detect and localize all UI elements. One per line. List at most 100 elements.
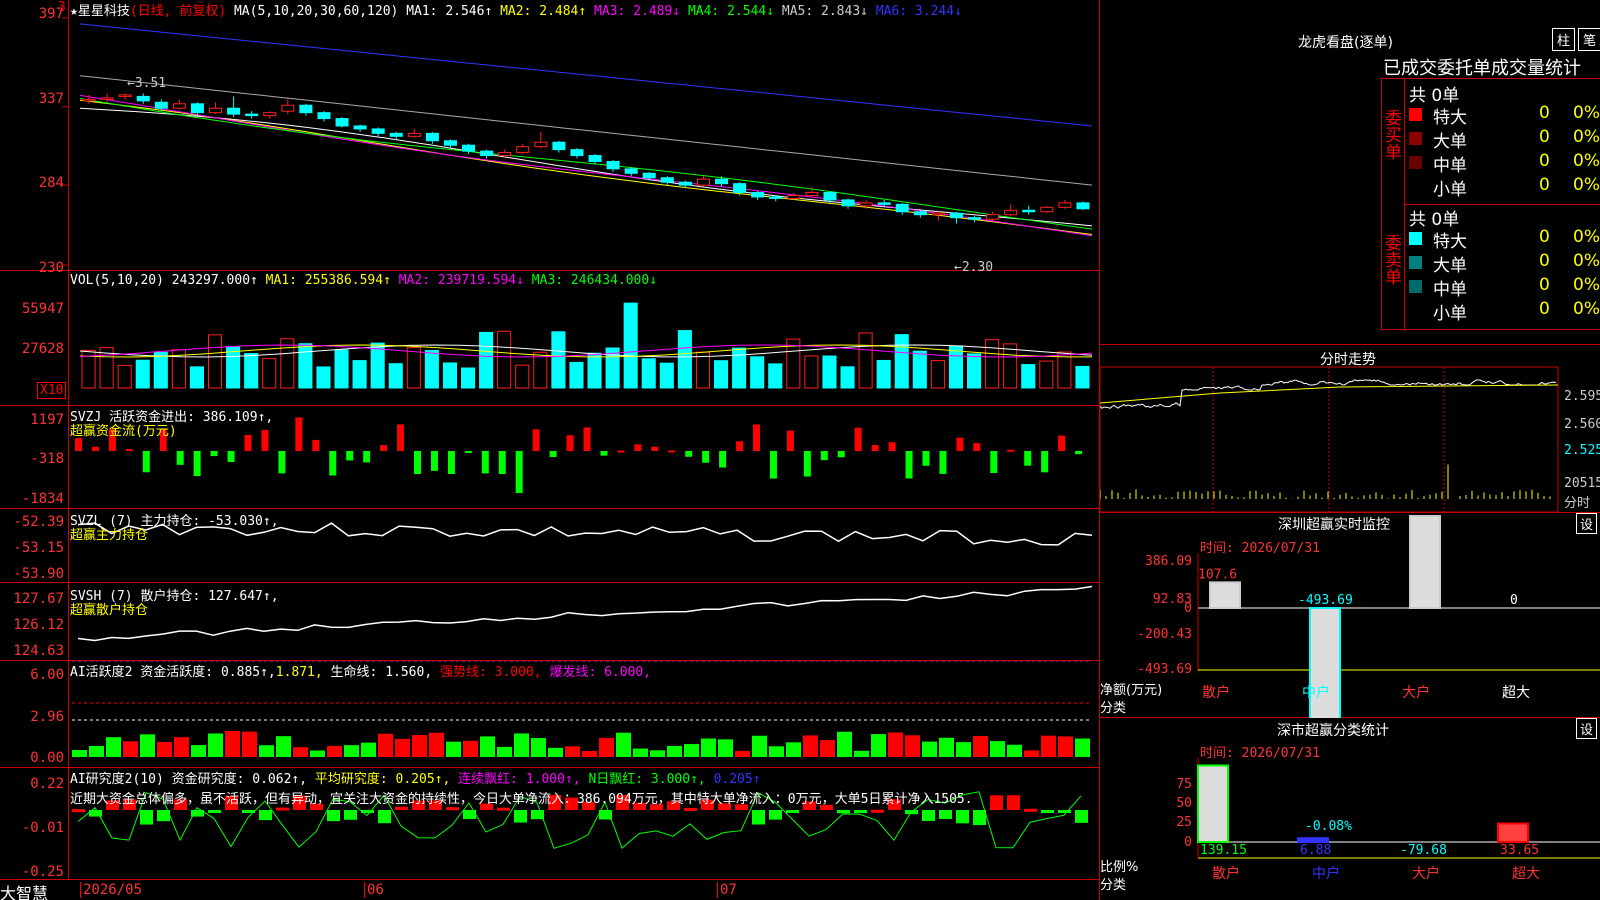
volume-bar xyxy=(1039,360,1054,389)
fund-flow-bar xyxy=(295,417,303,451)
volume-bar xyxy=(388,363,403,389)
candle-body xyxy=(1058,202,1072,208)
volume-bar xyxy=(948,345,964,389)
activity-bar xyxy=(616,732,631,757)
research-bar xyxy=(208,810,221,813)
tick-mode-button[interactable]: 笔 xyxy=(1578,28,1600,51)
research-bar xyxy=(922,810,935,821)
volume-chart[interactable] xyxy=(0,271,1100,406)
svzj-pane[interactable]: 1197 -318 -1834 SVZJ 活跃资金进出: 386.109↑, 超… xyxy=(0,406,1100,509)
row-percent: 0% xyxy=(1573,175,1600,195)
classify-bar-label: -0.08% xyxy=(1305,819,1352,834)
ai1-tick: 6.00 xyxy=(30,667,64,683)
fund-flow-bar xyxy=(329,451,337,476)
svzj-subtitle: 超赢资金流(万元) xyxy=(70,424,177,439)
row-label: 大单 xyxy=(1433,132,1467,152)
fund-flow-bar xyxy=(583,427,591,451)
research-bar xyxy=(276,807,289,811)
candle-body xyxy=(787,194,801,199)
fund-flow-bar xyxy=(990,451,998,474)
candle-body xyxy=(263,112,277,117)
row-percent: 0% xyxy=(1573,299,1600,319)
fund-flow-bar xyxy=(261,430,269,451)
order-stat-row: 特大 0 0% xyxy=(1409,103,1600,128)
kline-header: ★星星科技(日线, 前复权) MA(5,10,20,30,60,120) MA1… xyxy=(70,0,962,19)
svzl-tick: -53.90 xyxy=(13,566,64,582)
candle-body xyxy=(660,177,674,183)
activity-bar xyxy=(1041,735,1056,757)
screen: 3 397 337 284 230 ★星星科技(日线, 前复权) MA(5,10… xyxy=(0,0,1600,900)
candle-body xyxy=(136,95,150,102)
ai-activity-pane[interactable]: 6.00 2.96 0.00 AI活跃度2 资金活跃度: 0.885↑,1.87… xyxy=(0,661,1100,768)
volume-pane[interactable]: 55947 27628 X10 VOL(5,10,20) 243297.000↑… xyxy=(0,271,1100,406)
candle-body xyxy=(172,103,186,109)
candle-body xyxy=(1022,209,1036,213)
ai2-commentary: 近期大资金总体偏多，虽不活跃，但有异动，宜关注大资金的持续性，今日大单净流入：3… xyxy=(70,792,973,807)
intraday-chart[interactable] xyxy=(1100,345,1600,513)
activity-bar xyxy=(854,750,869,757)
ai-research-pane[interactable]: 0.22 -0.01 -0.25 AI研究度2(10) 资金研究度: 0.062… xyxy=(0,768,1100,880)
monitor-tick: 386.09 xyxy=(1145,554,1192,569)
intraday-vol-label: 20515 xyxy=(1564,476,1600,491)
candle-body xyxy=(968,217,982,220)
row-percent: 0% xyxy=(1573,251,1600,271)
classify-tick: 0 xyxy=(1184,835,1192,850)
volume-bar xyxy=(117,364,132,389)
activity-bar xyxy=(820,740,835,757)
order-stat-row: 中单 0 0% xyxy=(1409,275,1600,300)
candle-body xyxy=(118,94,132,97)
intraday-panel[interactable]: 分时走势 2.595 2.560 2.525 20515 分时 xyxy=(1100,345,1600,513)
candle-body xyxy=(480,150,494,157)
kline-chart[interactable] xyxy=(0,0,1100,271)
vol-unit-badge: X10 xyxy=(37,382,67,399)
candle-body xyxy=(895,203,909,213)
fund-flow-bar xyxy=(244,434,252,451)
row-percent: 0% xyxy=(1573,127,1600,147)
kline-pane[interactable]: 3 397 337 284 230 ★星星科技(日线, 前复权) MA(5,10… xyxy=(0,0,1100,276)
star-icon[interactable]: ★ xyxy=(70,4,78,19)
volume-bar xyxy=(840,366,855,389)
volume-bar xyxy=(280,338,295,389)
classify-chart[interactable]: 75 50 25 0 139.15 散户 6.88 中户 -79.68 大户 33.65 超大 -0.0… xyxy=(1100,718,1600,900)
ai2-streak: 连续飘红: 1.000↑, xyxy=(458,772,581,787)
candle-body xyxy=(209,107,223,114)
monitor-chart[interactable]: 386.0992.830-200.43-493.69107.6散户-493.69… xyxy=(1100,513,1600,718)
candle-body xyxy=(841,199,855,207)
bar-mode-button[interactable]: 柱 xyxy=(1552,28,1576,51)
svzj-tick: -318 xyxy=(30,451,64,467)
activity-bar xyxy=(259,745,274,757)
svsh-pane[interactable]: 127.67 126.12 124.63 SVSH (7) 散户持仓: 127.… xyxy=(0,583,1100,661)
classify-panel[interactable]: 深市超赢分类统计 设 时间: 2026/07/31 75 50 25 0 139.15 散… xyxy=(1100,718,1600,900)
candle-body xyxy=(353,125,367,130)
high-marker: ←3.51 xyxy=(127,76,167,91)
activity-bar xyxy=(429,732,444,757)
classify-category: 散户 xyxy=(1212,865,1240,882)
candle-body xyxy=(642,172,656,179)
monitor-xlabel: 分类 xyxy=(1100,701,1127,716)
svzl-pane[interactable]: -52.39 -53.15 -53.90 SVZL (7) 主力持仓: -53.… xyxy=(0,509,1100,583)
fund-flow-bar xyxy=(447,451,455,475)
fund-flow-bar xyxy=(176,451,184,465)
row-count: 0 xyxy=(1539,127,1550,147)
vol-header: VOL(5,10,20) 243297.000↑ MA1: 255386.594… xyxy=(70,273,657,288)
fund-flow-bar xyxy=(397,424,405,451)
research-bar xyxy=(871,809,884,813)
monitor-panel[interactable]: 深圳超赢实时监控 设 时间: 2026/07/31 386.09 92.83 0 -2… xyxy=(1100,513,1600,718)
classify-tick: 25 xyxy=(1176,815,1192,830)
classify-ylabel: 比例% xyxy=(1100,860,1139,875)
activity-bar xyxy=(871,734,886,757)
candle-body xyxy=(588,155,602,162)
monitor-category: 中户 xyxy=(1302,684,1330,701)
fund-flow-bar xyxy=(566,435,574,451)
activity-bar xyxy=(922,741,937,757)
volume-bar xyxy=(262,358,277,389)
volume-bar xyxy=(858,332,873,389)
ai1-val2: 1.871, xyxy=(275,665,323,680)
fund-flow-bar xyxy=(651,446,659,451)
ma5-value: MA5: 2.843↓ xyxy=(781,4,868,19)
candle-body xyxy=(407,132,421,137)
volume-bar xyxy=(930,360,945,389)
fund-flow-bar xyxy=(922,451,930,466)
activity-bar xyxy=(973,735,988,757)
adjust-mode[interactable]: (日线, 前复权) xyxy=(130,4,226,19)
